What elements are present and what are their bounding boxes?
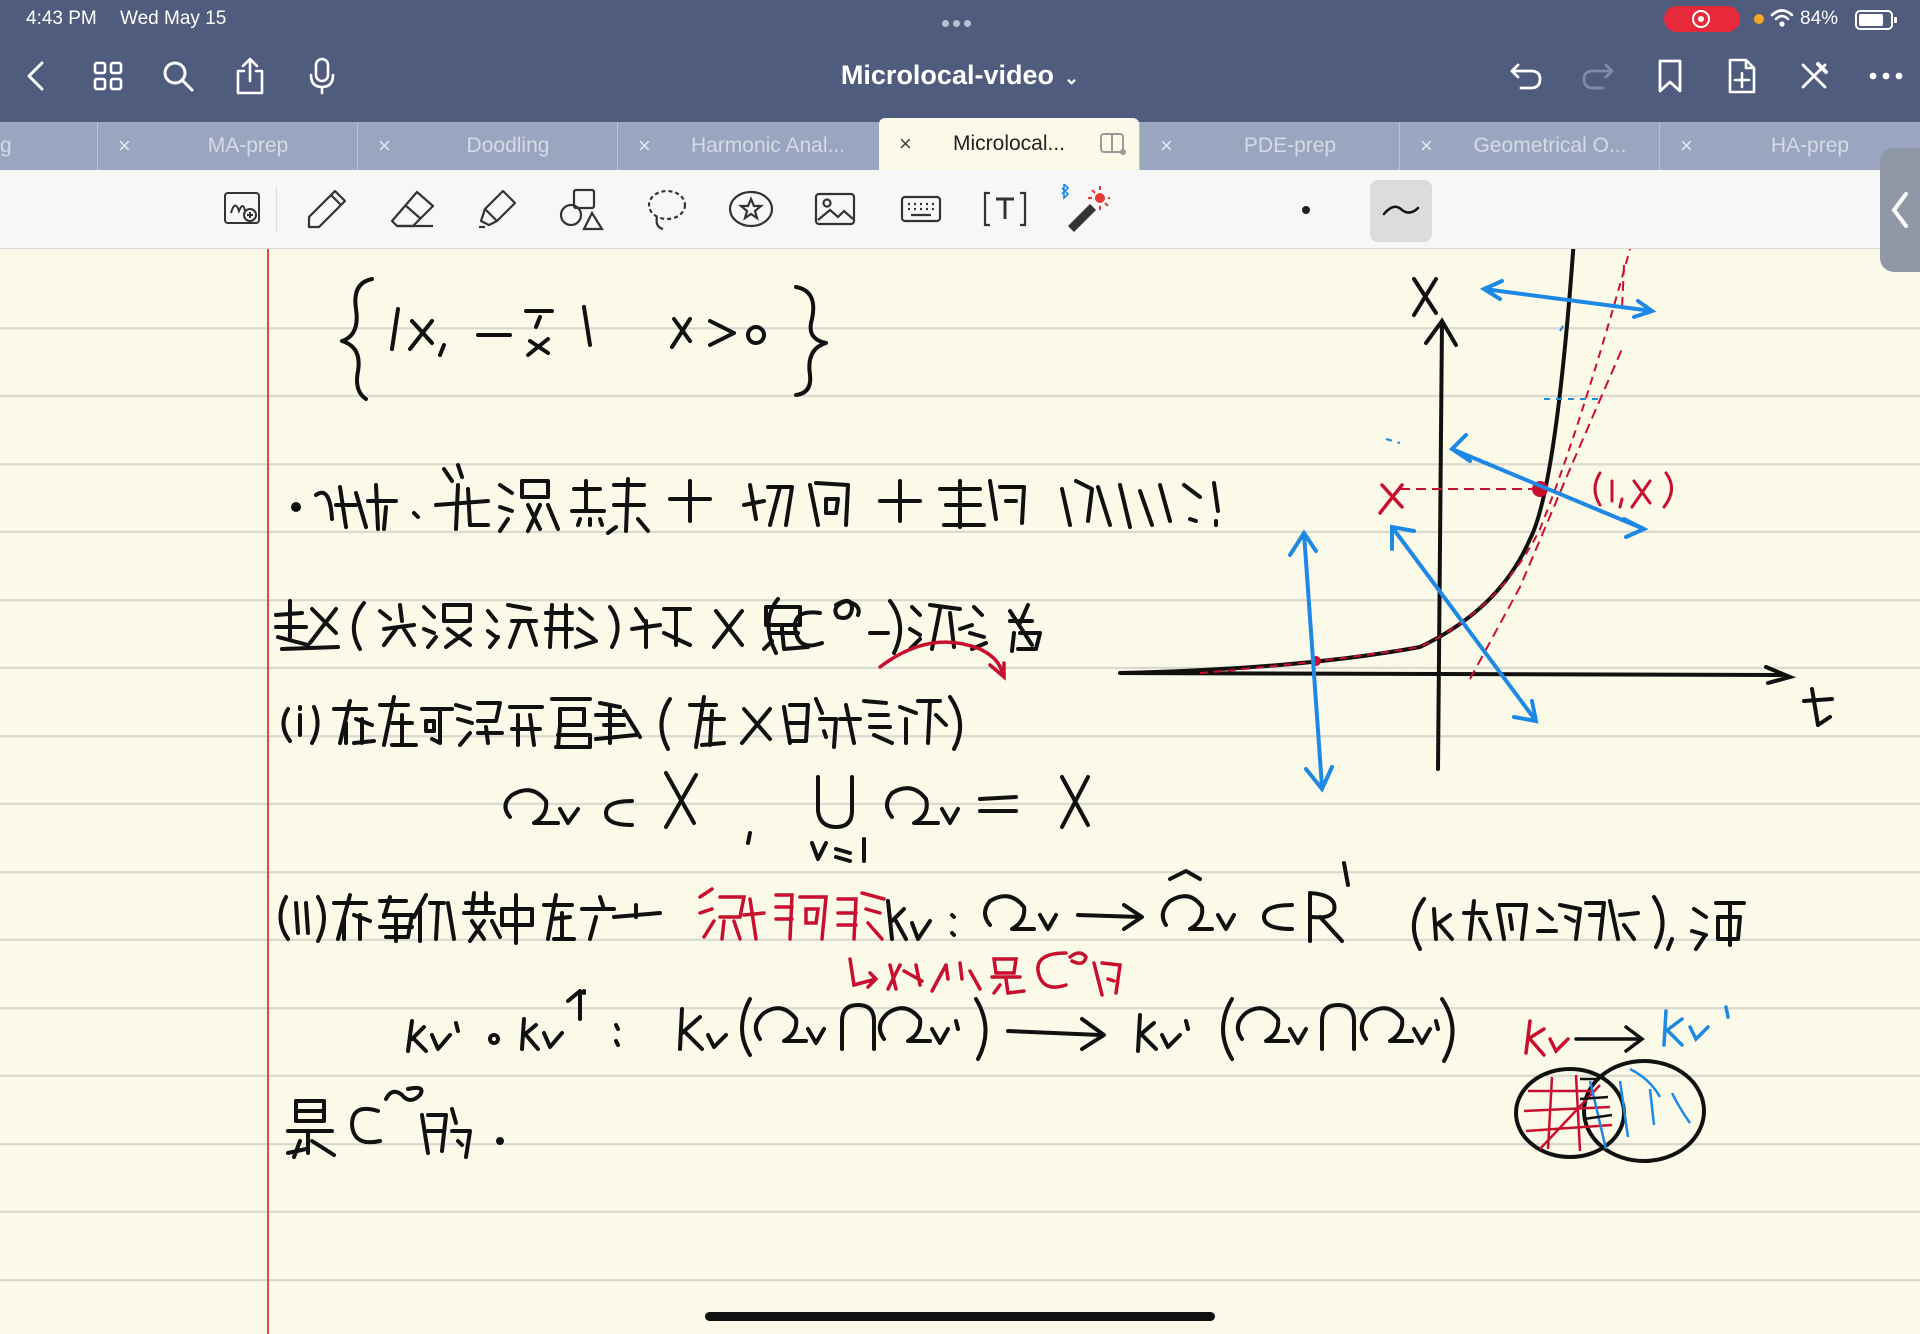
tab-geometrical-optics[interactable]: × Geometrical O... <box>1399 122 1660 170</box>
tab-bar: g × MA-prep × Doodling × Harmonic Anal..… <box>0 118 1920 170</box>
transition-map-strokes <box>406 989 1455 1063</box>
lasso-icon[interactable] <box>642 184 692 234</box>
document-title[interactable]: Microlocal-video <box>841 60 1054 90</box>
zoom-write-icon[interactable] <box>218 184 268 234</box>
shapes-icon[interactable] <box>556 184 606 234</box>
toolbar-separator <box>276 186 277 232</box>
pen-size-dot[interactable] <box>1302 206 1310 214</box>
overlap-venn-diagram <box>1514 1059 1706 1163</box>
tab-microlocal[interactable]: × Microlocal... <box>879 118 1139 170</box>
add-page-icon[interactable] <box>1722 56 1762 96</box>
microphone-icon[interactable] <box>302 56 342 96</box>
undo-icon[interactable] <box>1506 56 1546 96</box>
back-icon[interactable] <box>16 56 56 96</box>
condition-one-strokes <box>281 695 962 751</box>
handwritten-notes-canvas[interactable] <box>0 249 1920 1334</box>
tab-label: PDE-prep <box>1243 134 1337 157</box>
pen-icon[interactable] <box>302 184 352 234</box>
kappa-red-label <box>1524 1019 1570 1057</box>
cover-formula-strokes <box>503 771 1090 863</box>
redo-icon[interactable] <box>1578 56 1618 96</box>
point-label-t-x <box>1593 471 1673 509</box>
battery-percent: 84% <box>1800 8 1839 29</box>
x-red-label <box>1378 483 1404 515</box>
home-indicator[interactable] <box>705 1312 1215 1321</box>
status-date: Wed May 15 <box>120 8 227 29</box>
eraser-icon[interactable] <box>388 184 438 234</box>
share-icon[interactable] <box>230 56 270 96</box>
chevron-down-icon[interactable]: ⌄ <box>1064 68 1079 88</box>
bookmark-icon[interactable] <box>1650 56 1690 96</box>
image-icon[interactable] <box>810 184 860 234</box>
tab-label: Geometrical O... <box>1473 134 1627 157</box>
tab-pde-prep[interactable]: × PDE-prep <box>1139 122 1400 170</box>
sticker-icon[interactable] <box>726 184 776 234</box>
screen-recording-indicator[interactable] <box>1664 6 1740 32</box>
set-notation-strokes <box>340 277 828 401</box>
status-time: 4:43 PM <box>26 8 97 29</box>
kappa-arrow <box>1574 1025 1645 1053</box>
tab-close-icon[interactable]: × <box>1160 122 1173 170</box>
tab-close-icon[interactable]: × <box>118 122 131 170</box>
diffeomorphism-red-strokes <box>698 887 1122 997</box>
is-smooth-strokes <box>286 1085 504 1159</box>
axis-label-t <box>1802 687 1834 727</box>
tab-label: MA-prep <box>207 134 289 157</box>
multitask-dots-icon[interactable] <box>942 14 978 27</box>
tab-close-icon[interactable]: × <box>638 122 651 170</box>
keyboard-icon[interactable] <box>896 184 946 234</box>
tab-close-icon[interactable]: × <box>899 118 912 170</box>
axis-label-x <box>1412 277 1438 317</box>
tab-partial[interactable]: g <box>0 122 97 170</box>
battery-icon <box>1855 10 1897 30</box>
text-icon[interactable] <box>980 184 1030 234</box>
kappa-prime-blue-label <box>1662 1005 1730 1047</box>
split-view-icon[interactable] <box>1099 132 1127 156</box>
wifi-icon <box>1770 9 1794 27</box>
tab-label: Microlocal... <box>952 132 1066 155</box>
tab-close-icon[interactable]: × <box>378 122 391 170</box>
tab-close-icon[interactable]: × <box>1420 122 1433 170</box>
search-icon[interactable] <box>158 56 198 96</box>
stroke-style-icon[interactable] <box>1370 180 1432 242</box>
condition-two-formula-strokes <box>886 861 1746 951</box>
tab-ma-prep[interactable]: × MA-prep <box>97 122 358 170</box>
grid-icon[interactable] <box>88 56 128 96</box>
drawing-toolbar <box>0 170 1920 249</box>
highlighter-icon[interactable] <box>472 184 522 234</box>
tab-harmonic-analysis[interactable]: × Harmonic Anal... <box>617 122 878 170</box>
condition-two-strokes <box>278 891 662 945</box>
tab-label: g <box>0 134 12 157</box>
tab-label: Doodling <box>466 134 550 157</box>
mic-in-use-dot <box>1754 14 1764 24</box>
tab-close-icon[interactable]: × <box>1680 122 1693 170</box>
close-pen-icon[interactable] <box>1794 56 1834 96</box>
laser-pointer-icon[interactable] <box>1060 184 1110 234</box>
more-icon[interactable] <box>1866 56 1906 96</box>
tab-label: Harmonic Anal... <box>690 134 846 157</box>
structure-line-strokes <box>291 463 1220 535</box>
top-bar: 4:43 PM Wed May 15 84% Microlocal-video ⌄ <box>0 0 1920 122</box>
graph-sketch <box>1118 249 1834 793</box>
tab-doodling[interactable]: × Doodling <box>357 122 618 170</box>
